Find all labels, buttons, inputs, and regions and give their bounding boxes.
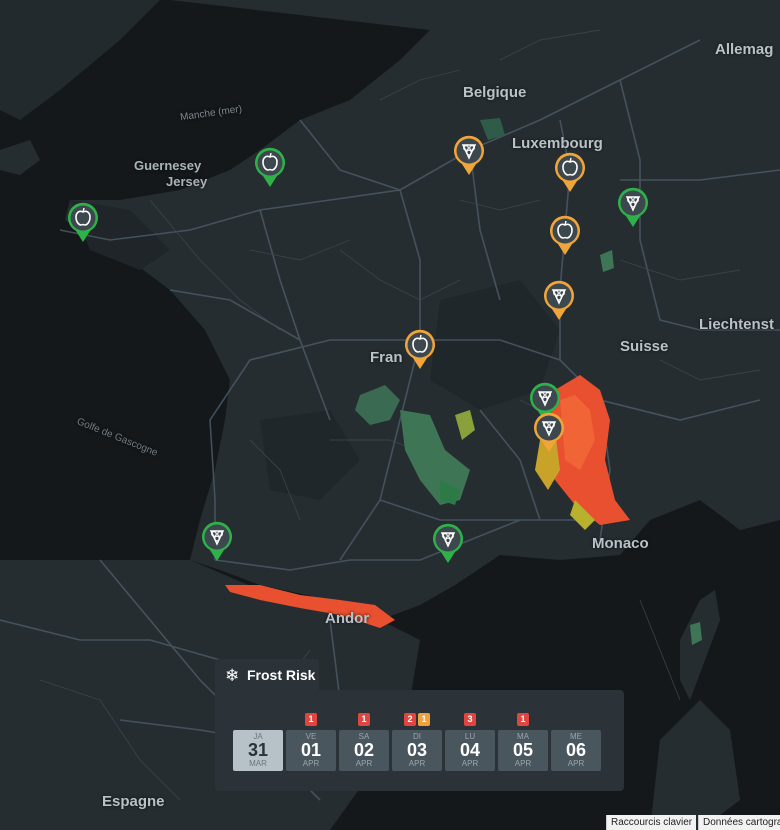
day-day: 31 [247,740,269,760]
label-belgique: Belgique [463,84,527,101]
map-marker-grape[interactable] [431,521,465,565]
label-andorre: Andor [325,610,370,627]
label-jersey: Jersey [166,174,208,189]
frost-count-badge: 1 [305,713,317,726]
map-marker-grape[interactable] [616,185,650,229]
day-day: 06 [565,740,587,760]
map-marker-grape[interactable] [200,519,234,563]
label-suisse: Suisse [620,338,669,355]
frost-count-badge: 1 [517,713,529,726]
map-marker-grape[interactable] [452,133,486,177]
day-04-apr[interactable]: LU 04 APR [445,730,495,771]
label-france: Fran [370,349,403,366]
day-31-mar[interactable]: JA 31 MAR [233,730,283,771]
day-03-apr[interactable]: DI 03 APR [392,730,442,771]
label-espagne: Espagne [102,793,165,810]
label-allemagne: Allemag [715,41,774,58]
day-01-apr[interactable]: VE 01 APR [286,730,336,771]
day-day: 01 [300,740,322,760]
frost-risk-title: Frost Risk [247,667,316,683]
keyboard-shortcuts-link[interactable]: Raccourcis clavier [606,815,697,830]
frost-count-badge: 1 [418,713,430,726]
day-month: APR [302,759,320,768]
frost-risk-timeline: JA 31 MAR VE 01 APR 1 SA 02 APR 1 DI 03 APR 2 1 LU 04 APR 3… [215,690,624,791]
map-marker-apple[interactable] [66,200,100,244]
map-marker-grape[interactable] [542,278,576,322]
day-day: 03 [406,740,428,760]
frost-risk-panel: ❄ Frost Risk JA 31 MAR VE 01 APR 1 SA 02 APR 1 DI 03… [215,659,624,791]
day-month: APR [355,759,373,768]
frost-count-badge: 3 [464,713,476,726]
frost-count-badge: 2 [404,713,416,726]
day-month: APR [514,759,532,768]
map-canvas[interactable]: Belgique Luxembourg Allemag Manche (mer)… [0,0,780,830]
day-month: APR [408,759,426,768]
frost-risk-tab[interactable]: ❄ Frost Risk [215,659,319,693]
snowflake-icon: ❄ [225,666,240,685]
day-day: 04 [459,740,481,760]
label-liechtenstein: Liechtenst [699,316,775,333]
day-day: 05 [512,740,534,760]
map-data-link[interactable]: Données cartogra [698,815,780,830]
day-month: MAR [249,759,267,768]
day-month: APR [567,759,585,768]
map-marker-grape[interactable] [532,410,566,454]
map-marker-apple[interactable] [403,327,437,371]
map-marker-apple[interactable] [548,213,582,257]
map-marker-apple[interactable] [553,150,587,194]
day-month: APR [461,759,479,768]
day-day: 02 [353,740,375,760]
frost-count-badge: 1 [358,713,370,726]
day-02-apr[interactable]: SA 02 APR [339,730,389,771]
map-marker-apple[interactable] [253,145,287,189]
label-monaco: Monaco [592,535,649,552]
label-guernesey: Guernesey [134,158,202,173]
day-05-apr[interactable]: MA 05 APR [498,730,548,771]
day-06-apr[interactable]: ME 06 APR [551,730,601,771]
